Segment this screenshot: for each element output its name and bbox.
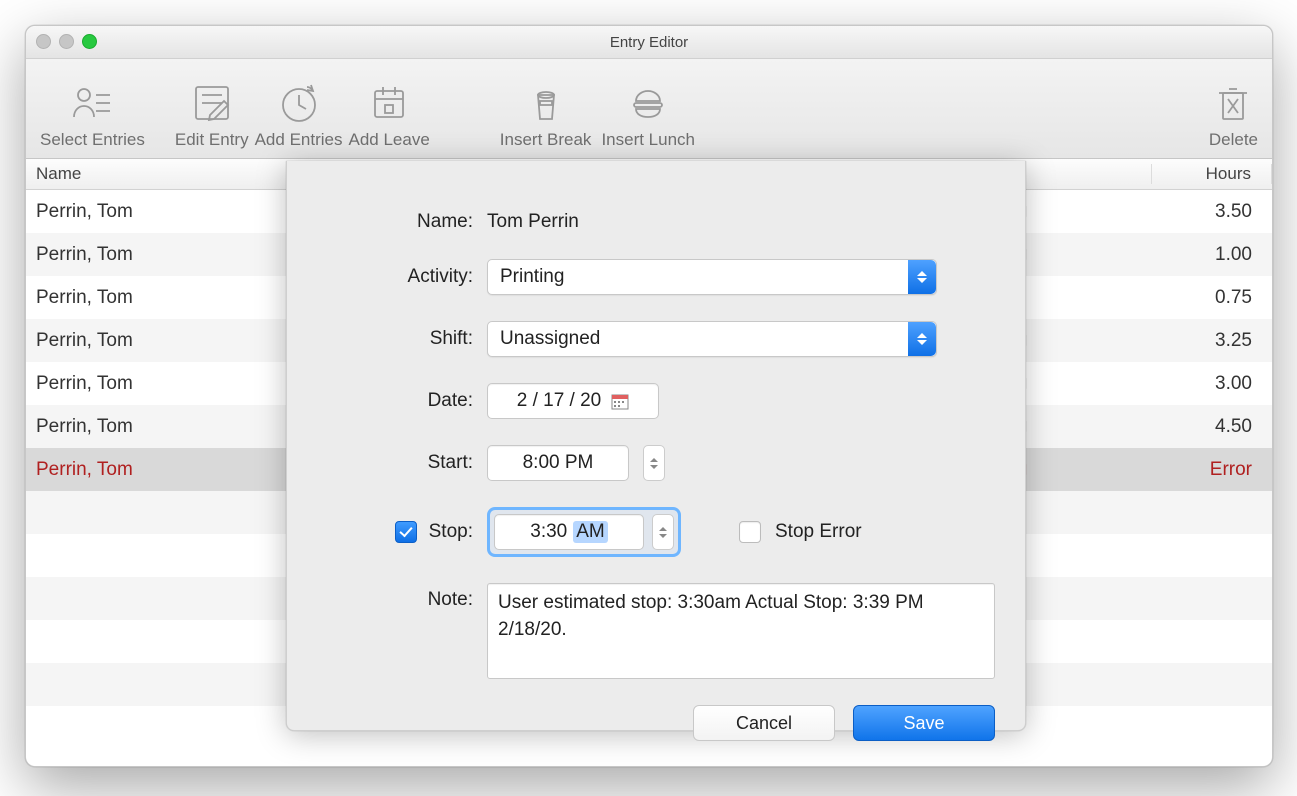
burger-icon <box>625 80 671 126</box>
edit-entry-button[interactable]: Edit Entry <box>175 80 249 150</box>
insert-break-label: Insert Break <box>500 130 592 150</box>
edit-entry-label: Edit Entry <box>175 130 249 150</box>
stop-time-field[interactable]: 3:30 AM <box>494 514 644 550</box>
add-entries-button[interactable]: Add Entries <box>255 80 343 150</box>
cell-hours: 3.50 <box>1152 201 1272 223</box>
edit-entry-sheet: Name: Tom Perrin Activity: Printing Shif… <box>286 161 1026 731</box>
cell-hours: 3.25 <box>1152 330 1272 352</box>
window-controls <box>36 34 97 49</box>
zoom-window-button[interactable] <box>82 34 97 49</box>
stop-error-checkbox[interactable] <box>739 521 761 543</box>
col-hours[interactable]: Hours <box>1152 164 1272 184</box>
start-time-field[interactable]: 8:00 PM <box>487 445 629 481</box>
calendar-icon <box>366 80 412 126</box>
stop-ampm-value[interactable]: AM <box>573 521 608 543</box>
shift-select[interactable]: Unassigned <box>487 321 937 357</box>
close-window-button[interactable] <box>36 34 51 49</box>
cell-hours: 1.00 <box>1152 244 1272 266</box>
note-textarea[interactable]: User estimated stop: 3:30am Actual Stop:… <box>487 583 995 679</box>
toolbar: Select Entries Edit Entry Add Entries Ad… <box>26 59 1272 159</box>
clock-add-icon <box>276 80 322 126</box>
entry-editor-window: Entry Editor Select Entries Edit Entry A… <box>25 25 1273 767</box>
cancel-button[interactable]: Cancel <box>693 705 835 741</box>
stop-time-stepper[interactable] <box>652 514 674 550</box>
add-entries-label: Add Entries <box>255 130 343 150</box>
cell-hours: 0.75 <box>1152 287 1272 309</box>
activity-label: Activity: <box>327 266 487 288</box>
select-arrows-icon <box>908 322 936 356</box>
cell-hours: 3.00 <box>1152 373 1272 395</box>
trash-x-icon <box>1210 80 1256 126</box>
start-label: Start: <box>327 452 487 474</box>
start-time-stepper[interactable] <box>643 445 665 481</box>
edit-icon <box>189 80 235 126</box>
activity-select[interactable]: Printing <box>487 259 937 295</box>
minimize-window-button[interactable] <box>59 34 74 49</box>
stop-label: Stop: <box>429 521 473 543</box>
cell-hours: Error <box>1152 459 1272 481</box>
select-arrows-icon <box>908 260 936 294</box>
add-leave-button[interactable]: Add Leave <box>348 80 429 150</box>
name-label: Name: <box>327 211 487 233</box>
save-button[interactable]: Save <box>853 705 995 741</box>
select-entries-label: Select Entries <box>40 130 145 150</box>
shift-label: Shift: <box>327 328 487 350</box>
add-leave-label: Add Leave <box>348 130 429 150</box>
activity-select-value: Printing <box>500 266 564 288</box>
name-value: Tom Perrin <box>487 211 579 233</box>
cup-icon <box>523 80 569 126</box>
cell-hours: 4.50 <box>1152 416 1272 438</box>
note-value: User estimated stop: 3:30am Actual Stop:… <box>498 592 924 640</box>
save-button-label: Save <box>903 713 944 734</box>
delete-label: Delete <box>1209 130 1258 150</box>
date-field[interactable]: 2 / 17 / 20 <box>487 383 659 419</box>
calendar-picker-icon[interactable] <box>611 392 629 410</box>
select-entries-button[interactable]: Select Entries <box>40 80 145 150</box>
date-label: Date: <box>327 390 487 412</box>
shift-select-value: Unassigned <box>500 328 600 350</box>
insert-lunch-label: Insert Lunch <box>601 130 695 150</box>
insert-break-button[interactable]: Insert Break <box>500 80 592 150</box>
window-title: Entry Editor <box>610 34 688 51</box>
note-label: Note: <box>327 583 487 611</box>
cancel-button-label: Cancel <box>736 713 792 734</box>
start-time-value: 8:00 PM <box>523 452 594 474</box>
stop-error-label: Stop Error <box>775 521 862 543</box>
stop-time-value: 3:30 <box>530 521 567 543</box>
delete-button[interactable]: Delete <box>1209 80 1258 150</box>
person-list-icon <box>69 80 115 126</box>
insert-lunch-button[interactable]: Insert Lunch <box>601 80 695 150</box>
titlebar: Entry Editor <box>26 26 1272 59</box>
stop-time-focus-ring: 3:30 AM <box>487 507 681 557</box>
stop-enabled-checkbox[interactable] <box>395 521 417 543</box>
date-value: 2 / 17 / 20 <box>517 390 602 412</box>
